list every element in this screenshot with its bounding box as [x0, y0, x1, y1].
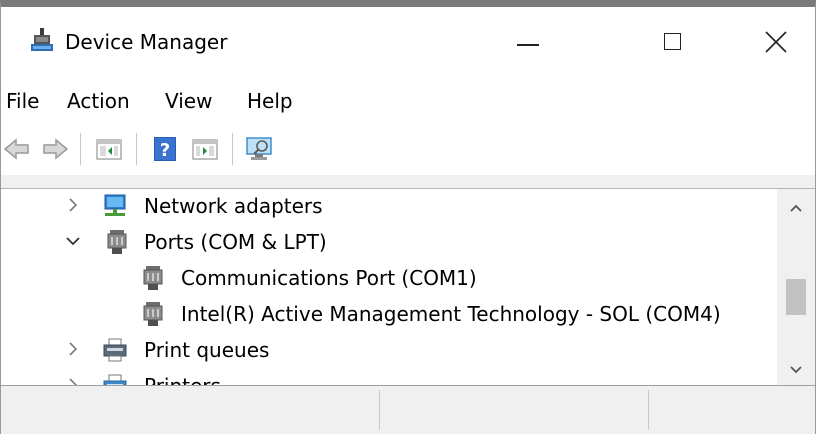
status-bar — [1, 385, 815, 434]
menu-view[interactable]: View — [165, 88, 212, 114]
tree-item-label: Print queues — [144, 338, 270, 362]
forward-arrow-icon[interactable] — [41, 135, 69, 163]
close-icon — [765, 31, 787, 53]
tree-item-label: Ports (COM & LPT) — [144, 230, 327, 254]
scrollbar-thumb[interactable] — [786, 279, 806, 315]
port-icon — [143, 302, 163, 326]
maximize-button[interactable] — [637, 7, 733, 77]
window-title: Device Manager — [65, 30, 228, 54]
menu-action[interactable]: Action — [67, 88, 130, 114]
tree-item-label: Network adapters — [144, 194, 323, 218]
toolbar: ? — [1, 127, 815, 175]
device-manager-window: Device Manager File Action View Help ? N… — [0, 0, 816, 434]
show-hide-console-tree-icon[interactable] — [95, 135, 123, 163]
toolbar-separator — [232, 133, 234, 165]
printer-icon — [103, 374, 127, 385]
network-adapter-icon — [104, 194, 126, 216]
tree-item-print-queues[interactable]: Print queues — [1, 335, 777, 367]
tree-item-com4[interactable]: Intel(R) Active Management Technology - … — [1, 299, 777, 331]
device-tree[interactable]: Network adapters Ports (COM & LPT) Commu… — [1, 189, 777, 385]
minimize-button[interactable] — [477, 7, 573, 77]
tree-item-printers[interactable]: Printers — [1, 371, 777, 385]
device-manager-app-icon — [31, 28, 53, 51]
tree-item-label: Printers — [144, 371, 221, 385]
printer-icon — [103, 338, 127, 362]
chevron-down-icon[interactable] — [65, 233, 81, 249]
close-button[interactable] — [737, 7, 816, 77]
toolbar-separator — [80, 133, 82, 165]
maximize-icon — [664, 33, 681, 50]
scroll-down-arrow-icon[interactable] — [789, 365, 803, 375]
vertical-scrollbar[interactable] — [777, 189, 815, 385]
chevron-right-icon[interactable] — [65, 341, 81, 357]
menu-file[interactable]: File — [6, 88, 39, 114]
scan-hardware-icon[interactable] — [245, 135, 273, 163]
back-arrow-icon[interactable] — [3, 135, 31, 163]
status-pane-3 — [649, 390, 813, 430]
chevron-right-icon[interactable] — [65, 377, 81, 385]
port-icon — [143, 266, 163, 290]
scroll-up-arrow-icon[interactable] — [789, 203, 803, 213]
status-pane-2 — [380, 390, 649, 430]
tree-item-network-adapters[interactable]: Network adapters — [1, 191, 777, 223]
properties-icon[interactable] — [191, 135, 219, 163]
minimize-icon — [517, 44, 539, 46]
toolbar-divider — [1, 175, 815, 189]
port-icon — [107, 230, 127, 254]
help-icon[interactable]: ? — [151, 135, 179, 163]
toolbar-separator — [136, 133, 138, 165]
tree-item-label: Intel(R) Active Management Technology - … — [181, 302, 721, 326]
tree-item-ports[interactable]: Ports (COM & LPT) — [1, 227, 777, 259]
title-bar[interactable]: Device Manager — [1, 7, 815, 77]
tree-item-com1[interactable]: Communications Port (COM1) — [1, 263, 777, 295]
menu-help[interactable]: Help — [247, 88, 293, 114]
menu-bar: File Action View Help — [1, 77, 815, 127]
svg-text:?: ? — [160, 140, 170, 161]
tree-item-label: Communications Port (COM1) — [181, 266, 477, 290]
status-pane-1 — [1, 390, 380, 430]
chevron-right-icon[interactable] — [65, 197, 81, 213]
